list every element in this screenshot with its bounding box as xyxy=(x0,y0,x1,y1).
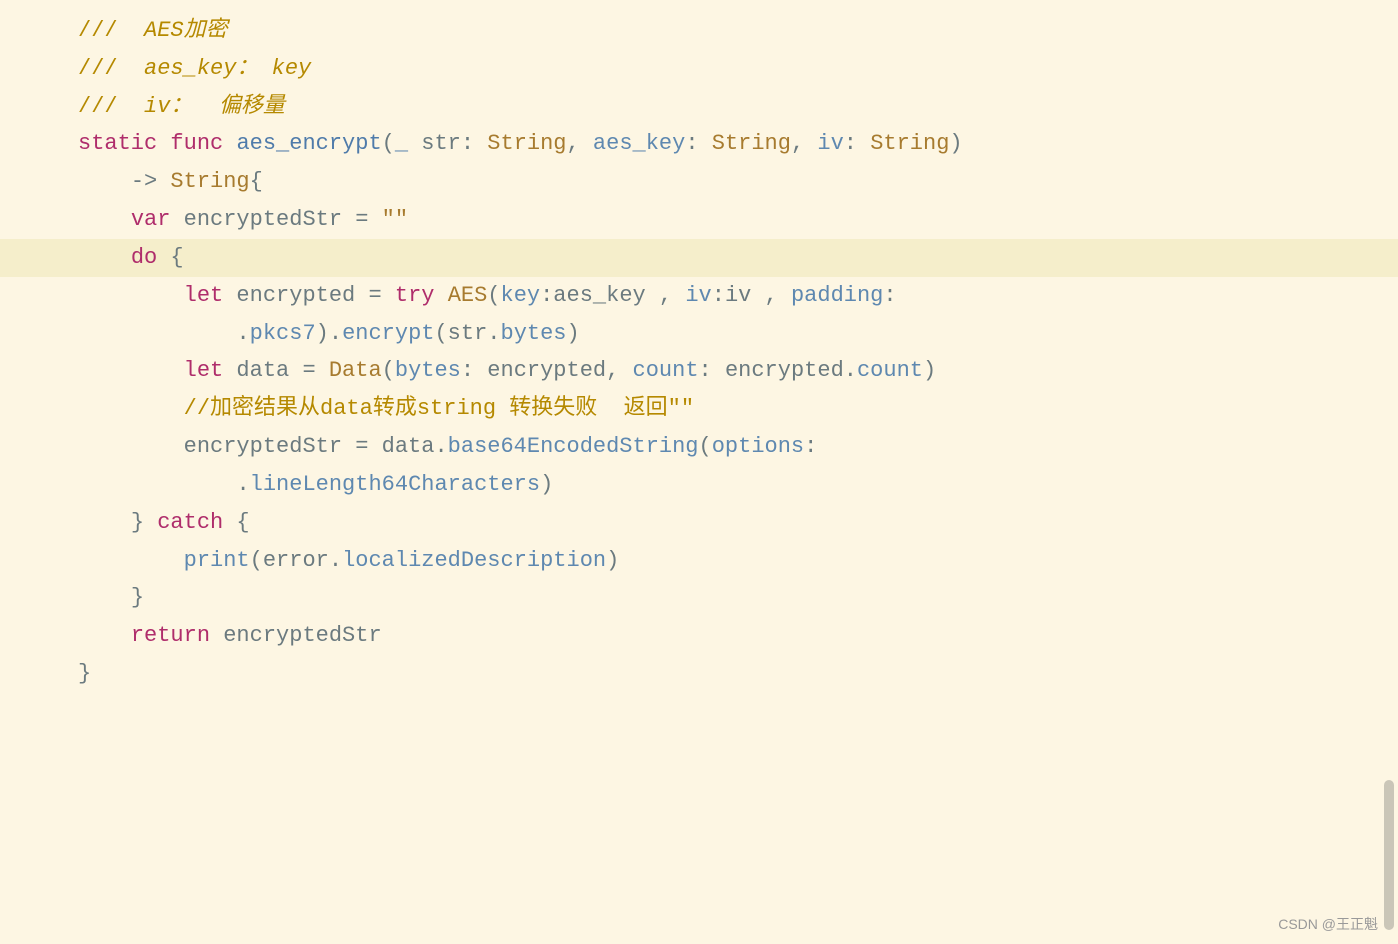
code-line-5[interactable]: var encryptedStr = "" xyxy=(0,201,1398,239)
code-line-0[interactable]: /// AES加密 xyxy=(0,12,1398,50)
code-line-7[interactable]: let encrypted = try AES(key:aes_key , iv… xyxy=(0,277,1398,315)
code-line-17[interactable]: print(error.localizedDescription) xyxy=(0,542,1398,580)
code-line-3[interactable]: static func aes_encrypt(_ str: String, a… xyxy=(0,125,1398,163)
code-editor[interactable]: /// AES加密/// aes_key： key/// iv： 偏移量stat… xyxy=(0,12,1398,693)
code-line-4[interactable]: -> String{ xyxy=(0,163,1398,201)
code-line-6[interactable]: do { xyxy=(0,239,1398,277)
code-line-19[interactable]: return encryptedStr xyxy=(0,617,1398,655)
code-line-14[interactable]: .lineLength64Characters) xyxy=(0,466,1398,504)
vertical-scrollbar[interactable] xyxy=(1384,780,1394,930)
code-line-13[interactable]: encryptedStr = data.base64EncodedString(… xyxy=(0,428,1398,466)
watermark-text: CSDN @王正魁 xyxy=(1278,912,1378,936)
code-line-8[interactable]: .pkcs7).encrypt(str.bytes) xyxy=(0,315,1398,353)
code-line-10[interactable]: let data = Data(bytes: encrypted, count:… xyxy=(0,352,1398,390)
code-line-1[interactable]: /// aes_key： key xyxy=(0,50,1398,88)
code-line-18[interactable]: } xyxy=(0,579,1398,617)
code-line-12[interactable]: //加密结果从data转成string 转换失败 返回"" xyxy=(0,390,1398,428)
code-line-2[interactable]: /// iv： 偏移量 xyxy=(0,88,1398,126)
code-line-16[interactable]: } catch { xyxy=(0,504,1398,542)
code-line-21[interactable]: } xyxy=(0,655,1398,693)
